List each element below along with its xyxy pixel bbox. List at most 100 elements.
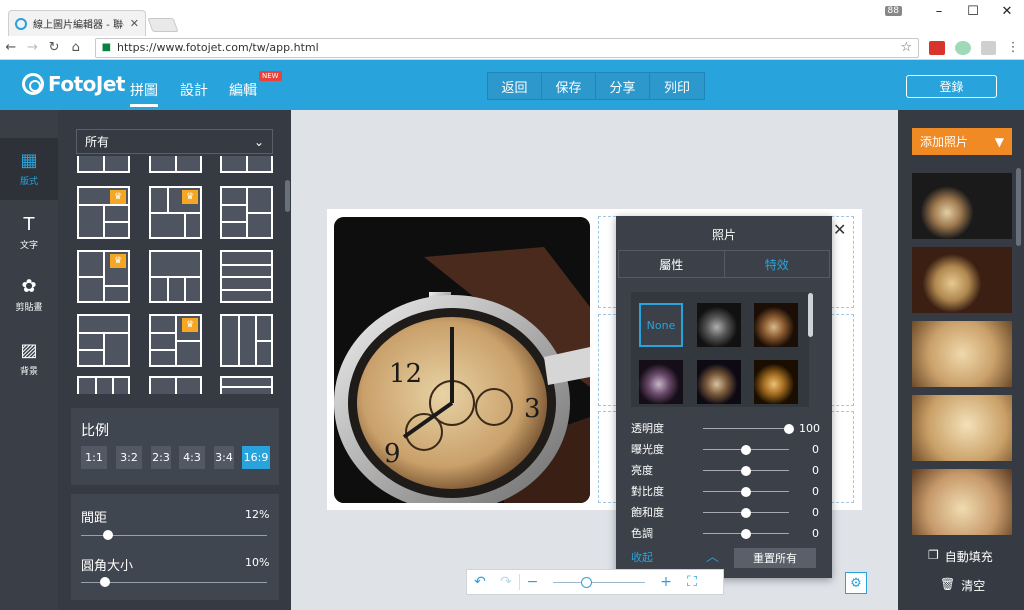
opacity-slider[interactable]: [703, 423, 794, 434]
window-controls: 88 – ☐ ✕: [884, 0, 1024, 22]
zoom-in-icon[interactable]: +: [653, 574, 679, 590]
bookmark-star-icon[interactable]: ☆: [900, 40, 912, 55]
corner-slider-handle[interactable]: [99, 577, 110, 587]
forward-icon[interactable]: →: [22, 40, 44, 55]
zoom-slider[interactable]: [553, 576, 645, 588]
effect-thumbnail[interactable]: [697, 360, 741, 404]
zoom-out-icon[interactable]: −: [519, 574, 545, 590]
layout-template[interactable]: [149, 156, 202, 173]
url-input[interactable]: ■ https://www.fotojet.com/tw/app.html ☆: [94, 37, 920, 58]
close-panel-icon[interactable]: ✕: [833, 220, 846, 239]
tab-properties[interactable]: 屬性: [619, 251, 724, 277]
photo-thumbnail[interactable]: [912, 247, 1012, 313]
extension-icon[interactable]: [954, 40, 971, 55]
saturation-slider[interactable]: [703, 507, 789, 518]
extension-icon[interactable]: [929, 40, 945, 55]
adjust-label: 飽和度: [631, 506, 664, 519]
sidebar-item-clipart[interactable]: ✿ 剪貼畫: [0, 264, 58, 326]
ratio-2-3-button[interactable]: 2:3: [151, 446, 171, 469]
layout-template[interactable]: [77, 376, 130, 394]
contrast-slider-handle[interactable]: [741, 486, 751, 497]
ratio-3-2-button[interactable]: 3:2: [116, 446, 142, 469]
save-button[interactable]: 保存: [542, 73, 596, 99]
ratio-1-1-button[interactable]: 1:1: [81, 446, 107, 469]
layout-template[interactable]: [220, 156, 273, 173]
fotojet-logo[interactable]: FotoJet: [22, 72, 125, 96]
close-window-icon[interactable]: ✕: [990, 4, 1024, 19]
auto-fill-button[interactable]: ❐ 自動填充: [928, 548, 993, 565]
brightness-slider[interactable]: [703, 465, 789, 476]
effect-thumbnail[interactable]: [697, 303, 741, 347]
hue-slider-handle[interactable]: [741, 528, 751, 539]
sidebar-item-background[interactable]: ▨ 背景: [0, 328, 58, 390]
layout-template[interactable]: [220, 186, 273, 239]
settings-gear-icon[interactable]: ⚙: [845, 572, 867, 594]
effect-none[interactable]: None: [639, 303, 683, 347]
effect-thumbnail[interactable]: [754, 303, 798, 347]
reload-icon[interactable]: ↻: [43, 40, 65, 55]
menu-icon[interactable]: ⋮: [1002, 40, 1024, 55]
share-button[interactable]: 分享: [596, 73, 650, 99]
contrast-slider[interactable]: [703, 486, 789, 497]
effect-thumbnail[interactable]: [639, 360, 683, 404]
layout-template[interactable]: [149, 376, 202, 394]
minimize-icon[interactable]: –: [922, 4, 956, 19]
saturation-slider-handle[interactable]: [741, 507, 751, 518]
chevron-up-icon[interactable]: ︿: [706, 546, 719, 565]
exposure-slider[interactable]: [703, 444, 789, 455]
effect-thumbnail[interactable]: [754, 360, 798, 404]
layout-template[interactable]: [220, 376, 273, 394]
layout-filter-select[interactable]: 所有 ⌄: [76, 129, 273, 154]
layout-template[interactable]: ♛: [77, 186, 130, 239]
sidebar-item-layout[interactable]: ▦ 版式: [0, 138, 58, 200]
add-photos-button[interactable]: 添加照片 ▼: [912, 128, 1012, 155]
tab-effects[interactable]: 特效: [723, 251, 830, 277]
ratio-4-3-button[interactable]: 4:3: [179, 446, 205, 469]
layout-template[interactable]: [220, 314, 273, 367]
login-button[interactable]: 登錄: [906, 75, 997, 98]
photo-thumbnail[interactable]: [912, 395, 1012, 461]
zoom-slider-handle[interactable]: [581, 576, 592, 588]
layout-template[interactable]: [77, 314, 130, 367]
layout-template[interactable]: [77, 156, 130, 173]
layout-template[interactable]: ♛: [77, 250, 130, 303]
exposure-slider-handle[interactable]: [741, 444, 751, 455]
home-icon[interactable]: ⌂: [65, 40, 87, 55]
ratio-3-4-button[interactable]: 3:4: [214, 446, 234, 469]
clear-button[interactable]: 🗑 清空: [940, 577, 985, 594]
effects-scrollbar[interactable]: [808, 293, 813, 337]
back-button[interactable]: 返回: [488, 73, 542, 99]
photo-thumbnail[interactable]: [912, 173, 1012, 239]
new-tab-button[interactable]: [147, 18, 179, 32]
sidebar-item-text[interactable]: T 文字: [0, 202, 58, 264]
photo-thumbnail[interactable]: [912, 469, 1012, 535]
maximize-icon[interactable]: ☐: [956, 4, 990, 19]
collapse-link[interactable]: 收起: [631, 549, 653, 565]
browser-tab[interactable]: 線上圖片編輯器 - 聯手相... ✕: [8, 10, 146, 36]
back-icon[interactable]: ←: [0, 40, 22, 55]
brightness-slider-handle[interactable]: [741, 465, 751, 476]
extension-icon[interactable]: [980, 40, 997, 55]
photo-thumbnail[interactable]: [912, 321, 1012, 387]
reset-all-button[interactable]: 重置所有: [734, 548, 816, 568]
close-tab-icon[interactable]: ✕: [130, 17, 139, 30]
print-button[interactable]: 列印: [650, 73, 704, 99]
ratio-16-9-button[interactable]: 16:9: [242, 446, 270, 469]
layout-scrollbar[interactable]: [285, 180, 290, 212]
layout-template[interactable]: [220, 250, 273, 303]
layout-template[interactable]: ♛: [149, 186, 202, 239]
layout-template[interactable]: [149, 250, 202, 303]
undo-icon[interactable]: ↶: [467, 574, 493, 590]
hue-slider[interactable]: [703, 528, 789, 539]
collage-photo-slot-watch[interactable]: 12 9 3: [334, 217, 590, 503]
photo-bar-scrollbar[interactable]: [1016, 168, 1021, 246]
nav-design[interactable]: 設計: [180, 80, 208, 100]
fullscreen-icon[interactable]: ⛶: [679, 574, 705, 590]
caret-down-icon: ▼: [994, 134, 1004, 149]
redo-icon[interactable]: ↷: [493, 574, 519, 590]
adjust-contrast: 對比度 0: [631, 483, 821, 499]
nav-edit[interactable]: 編輯: [229, 80, 257, 100]
layout-template[interactable]: ♛: [149, 314, 202, 367]
nav-collage[interactable]: 拼圖: [130, 80, 158, 107]
opacity-slider-handle[interactable]: [784, 423, 794, 434]
